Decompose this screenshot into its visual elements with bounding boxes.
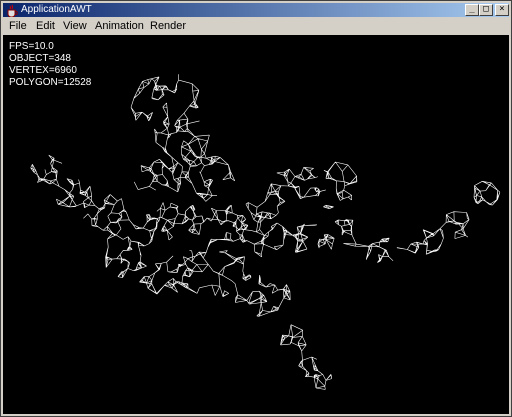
minimize-button[interactable]: _: [465, 4, 479, 16]
menu-file[interactable]: File: [9, 19, 27, 33]
minimize-icon: _: [469, 4, 475, 14]
java-cup-icon[interactable]: [5, 3, 19, 18]
menu-render[interactable]: Render: [150, 19, 186, 33]
wireframe-edges: [30, 74, 501, 390]
window-title: ApplicationAWT: [21, 4, 92, 15]
menu-bar: File Edit View Animation Render: [3, 17, 509, 35]
render-canvas[interactable]: FPS=10.0 OBJECT=348 VERTEX=6960 POLYGON=…: [3, 35, 509, 414]
menu-animation[interactable]: Animation: [95, 19, 144, 33]
wireframe-path: [30, 74, 501, 390]
close-icon: ×: [499, 4, 505, 14]
menu-edit[interactable]: Edit: [36, 19, 55, 33]
maximize-button[interactable]: □: [479, 4, 493, 16]
menu-view[interactable]: View: [63, 19, 87, 33]
maximize-icon: □: [483, 4, 489, 14]
title-bar[interactable]: ApplicationAWT _ □ ×: [3, 3, 509, 18]
application-window: ApplicationAWT _ □ × File Edit View Anim…: [0, 0, 512, 417]
wireframe-model: [30, 74, 501, 390]
close-button[interactable]: ×: [495, 4, 509, 16]
